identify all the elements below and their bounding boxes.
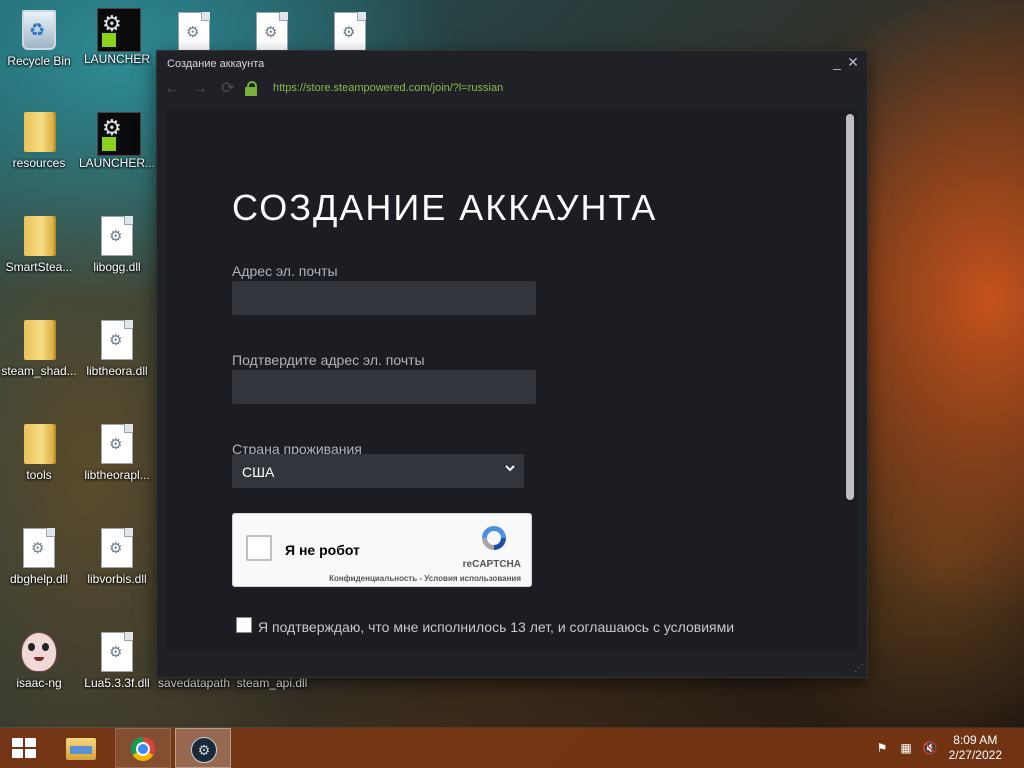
confirm-email-label: Подтвердите адрес эл. почты [232,352,425,368]
action-center-flag-icon[interactable]: ⚑ [874,740,890,756]
dll-file-icon [330,12,370,52]
desktop-icon-libogg[interactable]: libogg.dll [79,216,155,274]
volume-muted-icon[interactable]: 🔇 [922,740,938,756]
taskbar-chrome-button[interactable] [115,728,171,768]
recycle-bin-icon [19,10,59,50]
isaac-game-icon [19,632,59,672]
desktop-icon-recycle-bin[interactable]: Recycle Bin [1,8,77,68]
country-value: США [242,464,275,480]
recaptcha-checkbox[interactable] [246,535,272,561]
desktop-icon-label: resources [12,156,66,170]
desktop-icon-launcher-2[interactable]: ⚙ LAUNCHER... [79,112,155,170]
desktop-icon-label: LAUNCHER [83,52,150,66]
windows-logo-icon [12,738,38,758]
desktop-icon-label: dbghelp.dll [9,572,69,586]
desktop-icon-file[interactable] [156,12,232,56]
desktop-icon-smartsteam[interactable]: SmartStea... [1,216,77,274]
desktop-icon-label: libtheora.dll [86,364,148,378]
desktop-icon-label: libtheorapl... [84,468,150,482]
folder-icon [19,112,59,152]
network-icon[interactable]: ▦ [898,740,914,756]
desktop-icon-label: SmartStea... [5,260,73,274]
dll-file-icon [174,12,214,52]
start-button[interactable] [0,728,56,768]
desktop-icon-file[interactable] [312,12,388,56]
desktop-icon-libvorbis[interactable]: libvorbis.dll [79,528,155,586]
recaptcha-widget: Я не робот reCAPTCHA Конфиденциальность … [232,513,532,587]
desktop-icon-label: Lua5.3.3f.dll [84,676,150,690]
file-explorer-icon[interactable] [64,734,98,762]
taskbar: ⚙ ⚑ ▦ 🔇 8:09 AM 2/27/2022 [0,728,1024,768]
folder-icon [19,424,59,464]
email-field[interactable] [232,281,536,315]
desktop-icon-tools[interactable]: tools [1,424,77,482]
dll-file-icon [97,424,137,464]
desktop-icon-label: savedatapath [157,676,231,690]
age-agree-text: Я подтверждаю, что мне исполнилось 13 ле… [258,619,735,635]
chrome-icon [131,737,155,761]
scrollbar-thumb[interactable] [846,114,854,500]
desktop-icon-isaac[interactable]: isaac-ng [1,632,77,690]
age-agree-checkbox[interactable] [236,617,252,633]
desktop-icon-savedatapath[interactable]: savedatapath [156,676,232,690]
chevron-down-icon [505,465,515,472]
desktop-icon-steam-api[interactable]: steam_api.dll [234,676,310,690]
recaptcha-label: Я не робот [285,542,360,558]
steam-launcher-icon: ⚙ [97,112,141,156]
dll-file-icon [19,528,59,568]
desktop-icon-libtheora[interactable]: libtheora.dll [79,320,155,378]
desktop-icon-label: steam_shad... [1,364,77,378]
desktop-icon-label: libogg.dll [93,260,141,274]
desktop-icon-resources[interactable]: resources [1,112,77,170]
steam-icon: ⚙ [191,737,217,763]
desktop-icon-label: isaac-ng [16,676,62,690]
dll-file-icon [97,528,137,568]
desktop-icon-label: steam_api.dll [236,676,308,690]
dll-file-icon [97,216,137,256]
signup-form: СОЗДАНИЕ АККАУНТА Адрес эл. почты Подтве… [166,51,846,677]
desktop-icon-dbghelp[interactable]: dbghelp.dll [1,528,77,586]
desktop-icon-steam-shadow[interactable]: steam_shad... [1,320,77,378]
desktop-icon-label: libvorbis.dll [87,572,147,586]
desktop-icon-label: tools [26,468,52,482]
resize-grip-icon[interactable]: ⋰ [854,663,864,674]
taskbar-steam-button[interactable]: ⚙ [175,728,231,768]
dll-file-icon [252,12,292,52]
desktop-icon-label: LAUNCHER... [79,156,155,170]
desktop-icon-lua[interactable]: Lua5.3.3f.dll [79,632,155,690]
country-select[interactable]: США [232,454,524,488]
clock-time: 8:09 AM [953,733,998,747]
recaptcha-logo-icon [482,526,506,550]
close-button[interactable]: ✕ [845,54,861,70]
confirm-email-field[interactable] [232,370,536,404]
dll-file-icon [97,632,137,672]
steam-launcher-icon: ⚙ [97,8,141,52]
recaptcha-links[interactable]: Конфиденциальность - Условия использован… [293,574,521,583]
page-title: СОЗДАНИЕ АККАУНТА [232,187,658,228]
system-clock[interactable]: 8:09 AM 2/27/2022 [949,733,1002,763]
desktop-icon-libtheorapl[interactable]: libtheorapl... [79,424,155,482]
desktop-icon-launcher[interactable]: ⚙ LAUNCHER [79,8,155,66]
dll-file-icon [97,320,137,360]
clock-date: 2/27/2022 [948,748,1002,762]
email-label: Адрес эл. почты [232,263,338,279]
recaptcha-brand: reCAPTCHA [462,559,521,570]
folder-icon [19,320,59,360]
desktop-icon-file[interactable] [234,12,310,56]
folder-icon [19,216,59,256]
desktop-icon-label: Recycle Bin [7,54,71,68]
